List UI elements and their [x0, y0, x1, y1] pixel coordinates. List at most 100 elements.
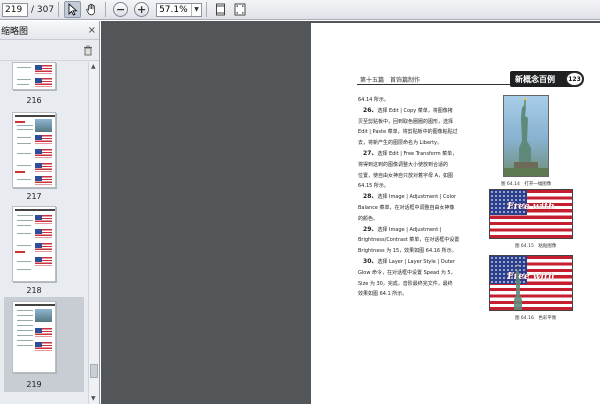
figure-statue-photo [503, 95, 549, 177]
toolbar-separator [105, 2, 107, 17]
figure-caption: 图 64.14 打开一幅图像 [501, 182, 552, 187]
page-total-label: / 307 [31, 4, 55, 15]
paragraph-text: 选择 Layer | Layer Style | Outer [377, 258, 455, 265]
thumbnail-item[interactable]: 217 [4, 110, 84, 202]
paragraph-text: 选择 Image | Adjustment | [377, 226, 442, 233]
thumbnail-label: 219 [26, 380, 42, 389]
main-toolbar: / 307 − + ▼ [0, 0, 600, 20]
paragraph-line: 位置，使自由女神自只放对着字母 A，如图 [358, 171, 476, 182]
flag-text: Free with [507, 202, 555, 212]
zoom-input[interactable] [157, 3, 192, 16]
figure-caption: 图 64.16 色彩平衡 [515, 316, 557, 321]
hand-icon [86, 3, 95, 16]
page-header-chapter: 第十五篇 首饰篇制作 [360, 77, 421, 84]
thumbnail-label: 218 [26, 286, 42, 295]
cursor-arrow-icon [68, 3, 78, 16]
paragraph-text: 去，将新产生的图层命名为 Liberty。 [358, 140, 442, 147]
paragraph-text: 选择 Image | Adjustment | Color [377, 194, 457, 201]
paragraph-line: 的颜色。 [358, 214, 476, 225]
paragraph-line: 26、选择 Edit | Copy 菜单，将图像拷 [358, 106, 476, 117]
statue-of-liberty-image [504, 97, 548, 176]
zoom-select[interactable]: ▼ [156, 2, 203, 17]
step-number: 29、 [363, 225, 378, 233]
scroll-down-icon[interactable]: ▼ [91, 395, 96, 402]
paragraph-line: 29、选择 Image | Adjustment | [358, 225, 476, 236]
paragraph-line: 30、选择 Layer | Layer Style | Outer [358, 257, 476, 268]
figure-flag-balance: Free with [489, 255, 573, 311]
paragraph-line: Brightness/Contrast 菜单，在对话框中设置 [358, 235, 476, 246]
thumbnails-scrollbar[interactable]: ▲ ▼ [88, 62, 99, 404]
paragraph-text: 选择 Edit | Free Transform 菜单， [377, 150, 458, 157]
page-number-input[interactable] [2, 2, 28, 17]
paragraph-line: Balance 菜单，在对话框中调整自由女神像 [358, 203, 476, 214]
minus-icon: − [115, 3, 126, 16]
paragraph-text: 选择 Edit | Copy 菜单，将图像拷 [377, 107, 453, 114]
paragraph-text: 将得到这到的图像调整大小使放到合适的 [358, 161, 449, 168]
page-number-badge: 123 [566, 72, 583, 86]
paragraph-line: Edit | Paste 菜单，将剪贴板中的图像粘贴过 [358, 127, 476, 138]
paragraph-text: Balance 菜单，在对话框中调整自由女神像 [358, 204, 455, 211]
intro-line: 64.14 所示。 [358, 97, 389, 103]
toolbar-separator [206, 2, 208, 17]
step-number: 28、 [363, 193, 378, 201]
paragraph-line: 效果如图 64.1 所示。 [358, 289, 476, 300]
paragraph-text: 的颜色。 [358, 215, 379, 222]
paragraph-text: Size 为 30，完成，音阶最终完文件，最终 [358, 280, 453, 287]
paragraph-text: 位置，使自由女神自只放对着字母 A，如图 [358, 172, 454, 179]
thumbnail-label: 216 [26, 96, 42, 105]
thumbnails-panel: 缩略图 × 216 217 218 219 ▲ ▼ [0, 21, 100, 404]
thumbnail-item[interactable]: 218 [4, 204, 84, 296]
thumbnail-page-218 [12, 206, 56, 282]
select-tool-button[interactable] [64, 1, 82, 18]
brand-label: 新概念百例 [515, 74, 555, 84]
close-icon[interactable]: × [88, 25, 96, 36]
thumbnail-item-selected[interactable]: 219 [4, 297, 84, 392]
paragraph-line: 去，将新产生的图层命名为 Liberty。 [358, 138, 476, 149]
step-number: 26、 [363, 106, 378, 114]
paragraph-line: 27、选择 Edit | Free Transform 菜单， [358, 149, 476, 160]
figure-caption: 图 64.15 粘贴图像 [515, 244, 557, 249]
paragraph-line: Glow 命令，在对话框中设置 Spead 为 5， [358, 268, 476, 279]
paragraph-text: Brightness 为 15，效果如图 64.16 所示。 [358, 248, 457, 255]
body-text: 64.14 所示。 26、选择 Edit | Copy 菜单，将图像拷 贝至剪贴板… [358, 95, 476, 300]
paragraph-text: 贝至剪贴板中，回到取色圈圈的图形，选择 [358, 118, 454, 125]
chevron-down-icon[interactable]: ▼ [191, 3, 201, 16]
fit-width-icon [234, 3, 246, 16]
paragraph-text: Brightness/Contrast 菜单，在对话框中设置 [358, 237, 460, 244]
fit-width-button[interactable] [231, 1, 248, 18]
zoom-out-button[interactable]: − [113, 2, 129, 17]
paragraph-line: 贝至剪贴板中，回到取色圈圈的图形，选择 [358, 117, 476, 128]
paragraph-line: 将得到这到的图像调整大小使放到合适的 [358, 160, 476, 171]
fit-page-button[interactable] [212, 1, 229, 18]
trash-icon[interactable] [83, 45, 93, 56]
step-number: 27、 [363, 149, 378, 157]
panel-title: 缩略图 [1, 26, 29, 37]
plus-icon: + [136, 3, 147, 16]
paragraph-line: Size 为 30，完成，音阶最终完文件，最终 [358, 279, 476, 290]
paragraph-line: 28、选择 Image | Adjustment | Color [358, 192, 476, 203]
paragraph-text: 64.15 所示。 [358, 183, 389, 190]
fit-page-icon [216, 3, 226, 16]
paragraph-text: 效果如图 64.1 所示。 [358, 291, 408, 298]
flag-text: Free with [507, 272, 555, 282]
document-page: 第十五篇 首饰篇制作 新概念百例 123 64.14 所示。 26、选择 Edi… [311, 23, 600, 404]
paragraph-text: Edit | Paste 菜单，将剪贴板中的图像粘贴过 [358, 129, 458, 136]
paragraph-text: Glow 命令，在对话框中设置 Spead 为 5， [358, 269, 456, 276]
scrollbar-thumb[interactable] [90, 364, 98, 378]
statue-overlay-image [514, 264, 522, 310]
hand-tool-button[interactable] [83, 1, 100, 18]
thumbnails-panel-header: 缩略图 × [0, 21, 99, 40]
thumbnail-item[interactable]: 216 [4, 62, 84, 106]
thumbnails-toolbar [0, 40, 99, 61]
scroll-up-icon[interactable]: ▲ [91, 63, 96, 70]
thumbnail-list: 216 217 218 219 [0, 62, 88, 404]
thumbnail-page-219 [12, 301, 56, 373]
figure-flag-paste: Free with [489, 189, 573, 239]
step-number: 30、 [363, 257, 378, 265]
thumbnail-page-216 [12, 62, 56, 90]
thumbnail-label: 217 [26, 192, 42, 201]
document-viewport[interactable]: 第十五篇 首饰篇制作 新概念百例 123 64.14 所示。 26、选择 Edi… [101, 21, 600, 404]
toolbar-separator [58, 2, 60, 17]
paragraph-line: Brightness 为 15，效果如图 64.16 所示。 [358, 246, 476, 257]
zoom-in-button[interactable]: + [134, 2, 150, 17]
